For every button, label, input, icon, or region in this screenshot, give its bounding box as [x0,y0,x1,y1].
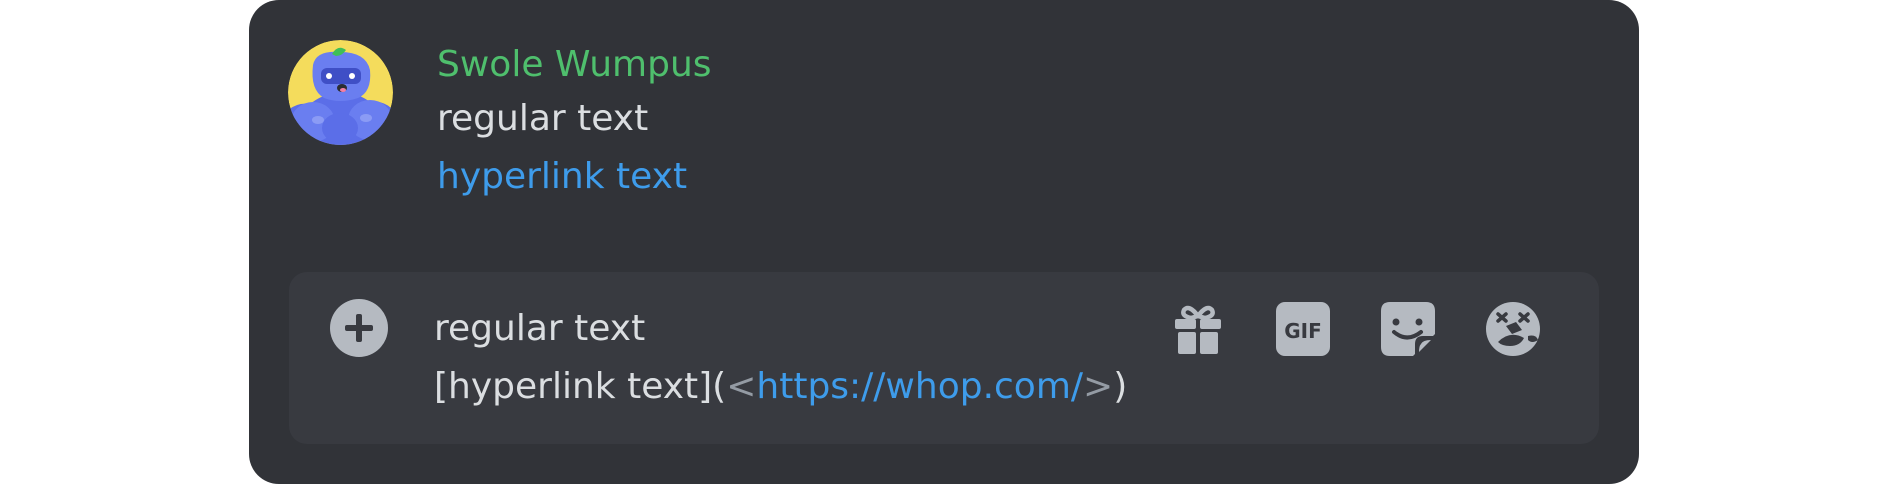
input-line-regular: regular text [434,308,646,349]
username[interactable]: Swole Wumpus [437,40,712,90]
gif-icon[interactable]: GIF [1274,300,1332,358]
message-input[interactable]: regular text [hyperlink text](<https://w… [434,300,1127,416]
emoji-icon[interactable] [1484,300,1542,358]
input-line-markdown-link: [hyperlink text](<https://whop.com/>) [434,358,1127,416]
gif-label: GIF [1284,319,1322,343]
message-line-regular: regular text [437,98,649,139]
markdown-close-angle: > [1083,366,1114,407]
message-hyperlink[interactable]: hyperlink text [437,148,712,206]
markdown-url[interactable]: https://whop.com/ [756,366,1083,407]
avatar[interactable] [288,40,393,145]
chat-panel: Swole Wumpus regular text hyperlink text… [249,0,1639,484]
markdown-link-suffix: ) [1113,366,1128,407]
markdown-open-angle: < [726,366,757,407]
sticker-icon[interactable] [1379,300,1437,358]
markdown-link-prefix: [hyperlink text]( [434,366,727,407]
plus-circle-icon[interactable] [330,299,388,357]
message: Swole Wumpus regular text hyperlink text [437,40,712,206]
gift-icon[interactable] [1169,300,1227,358]
message-composer[interactable]: regular text [hyperlink text](<https://w… [289,272,1599,444]
